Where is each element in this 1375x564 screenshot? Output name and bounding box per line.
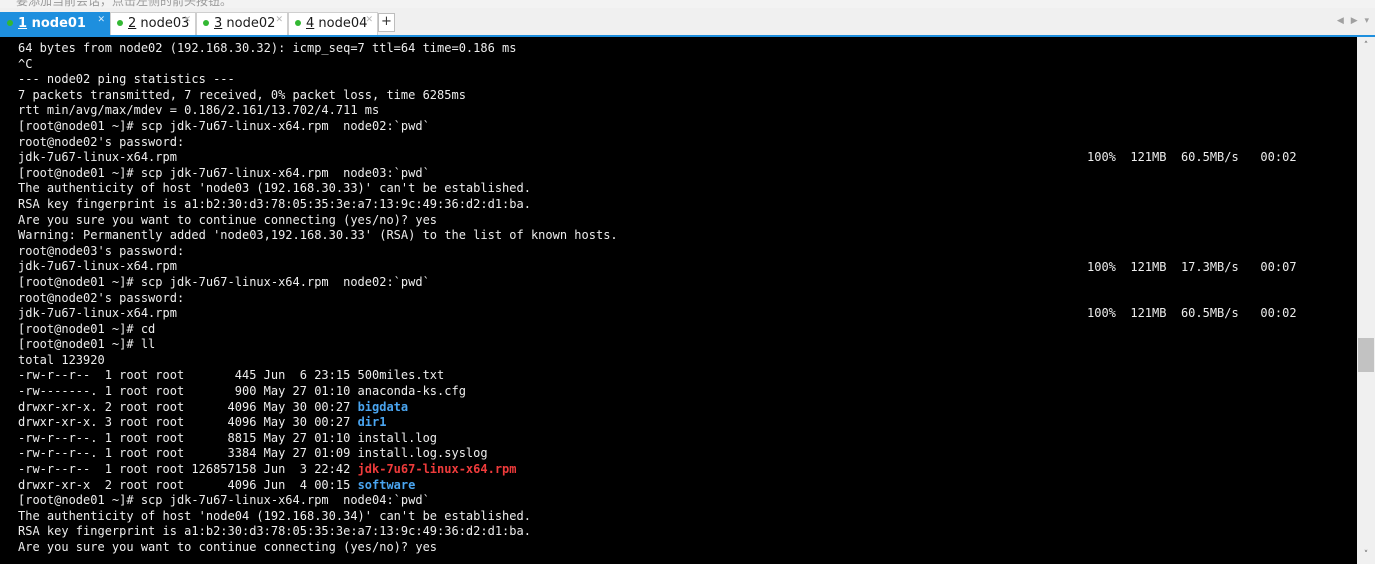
tab-label: node01 xyxy=(31,16,86,31)
terminal-line: root@node03's password: xyxy=(18,243,185,258)
directory-name: dir1 xyxy=(357,415,387,430)
status-dot-icon xyxy=(7,19,13,26)
terminal-line: --- node02 ping statistics --- xyxy=(18,72,235,87)
terminal-line: root@node02's password: xyxy=(18,134,185,149)
tab-bar: 1 node01 ✕ 2 node03 ✕ 3 node02 ✕ 4 node0… xyxy=(0,8,1375,35)
vertical-scrollbar[interactable]: ˄ ˅ xyxy=(1357,37,1375,564)
terminal-line: Warning: Permanently added 'node03,192.1… xyxy=(18,228,618,243)
tab-node04[interactable]: 4 node04 ✕ xyxy=(288,12,378,35)
transfer-size: 121MB xyxy=(1130,150,1167,164)
terminal-line: [root@node01 ~]# ll xyxy=(18,337,156,352)
tab-number: 3 xyxy=(214,16,223,31)
terminal-line: Are you sure you want to continue connec… xyxy=(18,212,438,227)
transfer-percent: 100% xyxy=(1087,260,1116,274)
close-icon[interactable]: ✕ xyxy=(365,10,373,31)
tab-label: node04 xyxy=(318,16,368,31)
terminal-line: jdk-7u67-linux-x64.rpm xyxy=(18,259,177,274)
terminal-line: -rw-r--r--. 1 root root 8815 May 27 01:1… xyxy=(18,430,438,445)
session-hint-bar: 要添加当前会话，点击左侧的箭头按钮。 xyxy=(0,0,1375,8)
terminal-line: -rw-r--r--. 1 root root 3384 May 27 01:0… xyxy=(18,446,488,461)
terminal-line: -rw-r--r-- 1 root root 126857158 Jun 3 2… xyxy=(18,462,618,478)
terminal-line: The authenticity of host 'node03 (192.16… xyxy=(18,181,531,196)
close-icon[interactable]: ✕ xyxy=(97,10,105,31)
transfer-size: 121MB xyxy=(1130,260,1167,274)
tab-number: 4 xyxy=(306,16,315,31)
scroll-up-icon[interactable]: ˄ xyxy=(1357,39,1375,53)
transfer-time: 00:02 xyxy=(1260,150,1297,164)
terminal-line: -rw-r--r-- 1 root root 445 Jun 6 23:15 5… xyxy=(18,368,445,383)
tab-label: node03 xyxy=(140,16,190,31)
terminal-line: drwxr-xr-x. 3 root root 4096 May 30 00:2… xyxy=(18,415,618,431)
transfer-percent: 100% xyxy=(1087,150,1116,164)
close-icon[interactable]: ✕ xyxy=(183,10,191,31)
tab-number: 1 xyxy=(18,16,28,31)
terminal-line: -rw-------. 1 root root 900 May 27 01:10… xyxy=(18,384,466,399)
scrollbar-thumb[interactable] xyxy=(1358,338,1374,372)
transfer-time: 00:07 xyxy=(1260,260,1297,274)
session-hint-text: 要添加当前会话，点击左侧的箭头按钮。 xyxy=(16,0,233,8)
close-icon[interactable]: ✕ xyxy=(275,10,283,31)
terminal-line: ^C xyxy=(18,56,33,71)
tab-node03[interactable]: 2 node03 ✕ xyxy=(110,12,196,35)
tab-node01[interactable]: 1 node01 ✕ xyxy=(0,12,110,35)
listing-prefix: drwxr-xr-x. 2 root root 4096 May 30 00:2… xyxy=(18,399,358,414)
terminal-lines: 64 bytes from node02 (192.168.30.32): ic… xyxy=(18,41,618,556)
terminal-line: root@node02's password: xyxy=(18,290,185,305)
terminal-line: rtt min/avg/max/mdev = 0.186/2.161/13.70… xyxy=(18,103,380,118)
terminal-line: [root@node01 ~]# scp jdk-7u67-linux-x64.… xyxy=(18,274,430,289)
tab-node02[interactable]: 3 node02 ✕ xyxy=(196,12,288,35)
status-dot-icon xyxy=(117,19,123,26)
terminal-line: 64 bytes from node02 (192.168.30.32): ic… xyxy=(18,41,517,55)
transfer-progress: 100% 121MB 60.5MB/s 00:02 xyxy=(1087,306,1297,322)
terminal-line: drwxr-xr-x. 2 root root 4096 May 30 00:2… xyxy=(18,400,618,416)
terminal-line: [root@node01 ~]# scp jdk-7u67-linux-x64.… xyxy=(18,118,430,133)
terminal-line: RSA key fingerprint is a1:b2:30:d3:78:05… xyxy=(18,196,531,211)
transfer-progress: 100% 121MB 60.5MB/s 00:02 xyxy=(1087,150,1297,166)
transfer-size: 121MB xyxy=(1130,306,1167,320)
tab-label: node02 xyxy=(226,16,276,31)
terminal-line: [root@node01 ~]# scp jdk-7u67-linux-x64.… xyxy=(18,493,430,508)
listing-prefix: drwxr-xr-x 2 root root 4096 Jun 4 00:15 xyxy=(18,477,358,492)
scroll-down-icon[interactable]: ˅ xyxy=(1357,548,1375,562)
add-tab-button[interactable]: + xyxy=(378,13,395,32)
directory-name: software xyxy=(357,477,416,492)
transfer-speed: 60.5MB/s xyxy=(1180,306,1239,320)
transfer-speed: 60.5MB/s xyxy=(1180,150,1239,164)
terminal-line: The authenticity of host 'node04 (192.16… xyxy=(18,508,531,523)
listing-prefix: drwxr-xr-x. 3 root root 4096 May 30 00:2… xyxy=(18,415,358,430)
transfer-progress: 100% 121MB 17.3MB/s 00:07 xyxy=(1087,260,1297,276)
terminal-line: jdk-7u67-linux-x64.rpm xyxy=(18,150,177,165)
transfer-speed: 17.3MB/s xyxy=(1180,260,1239,274)
transfer-time: 00:02 xyxy=(1260,306,1297,320)
terminal-line: 7 packets transmitted, 7 received, 0% pa… xyxy=(18,87,466,102)
transfer-percent: 100% xyxy=(1087,306,1116,320)
terminal-line: Are you sure you want to continue connec… xyxy=(18,540,438,554)
terminal-line: RSA key fingerprint is a1:b2:30:d3:78:05… xyxy=(18,524,531,539)
terminal-line: [root@node01 ~]# scp jdk-7u67-linux-x64.… xyxy=(18,165,430,180)
terminal-line: total 123920 xyxy=(18,352,105,367)
terminal-line: [root@node01 ~]# cd xyxy=(18,321,156,336)
listing-prefix: -rw-r--r-- 1 root root 126857158 Jun 3 2… xyxy=(18,462,358,477)
terminal-line: jdk-7u67-linux-x64.rpm xyxy=(18,306,177,321)
directory-name: bigdata xyxy=(357,399,409,414)
tab-nav-arrows-icon[interactable]: ◀ ▶ ▾ xyxy=(1337,16,1371,26)
terminal-line: drwxr-xr-x 2 root root 4096 Jun 4 00:15 … xyxy=(18,478,618,494)
status-dot-icon xyxy=(295,19,301,26)
archive-file-name: jdk-7u67-linux-x64.rpm xyxy=(357,462,517,477)
status-dot-icon xyxy=(203,19,209,26)
tab-number: 2 xyxy=(128,16,137,31)
terminal-output[interactable]: 64 bytes from node02 (192.168.30.32): ic… xyxy=(0,37,1357,564)
